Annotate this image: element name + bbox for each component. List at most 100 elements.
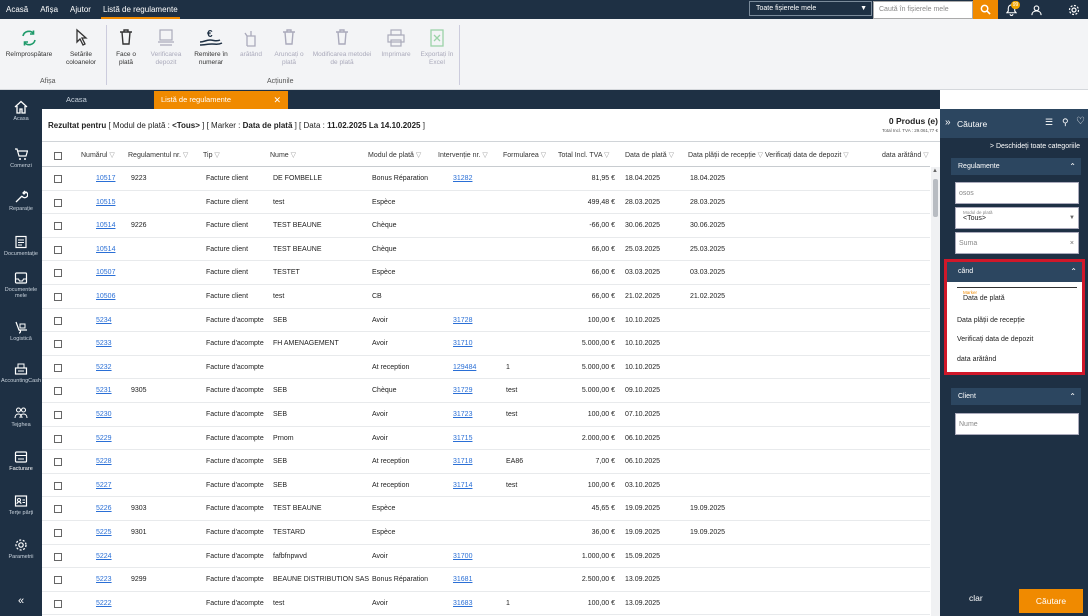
row-checkbox[interactable]	[54, 269, 62, 278]
regulation-text-input[interactable]: osos	[955, 182, 1079, 204]
row-checkbox[interactable]	[54, 505, 62, 514]
option-deposit-date[interactable]: Verificați data de depozit	[957, 336, 1033, 343]
cell-number[interactable]: 5230	[96, 403, 112, 426]
menu-regulations-list[interactable]: Listă de regulamente	[97, 0, 184, 19]
cell-number[interactable]: 5226	[96, 497, 112, 520]
scroll-up-icon[interactable]: ▲	[932, 168, 938, 174]
row-checkbox[interactable]	[54, 481, 62, 490]
menu-help[interactable]: Ajutor	[64, 0, 97, 19]
row-checkbox[interactable]	[54, 363, 62, 372]
close-icon[interactable]: ✕	[273, 91, 281, 109]
select-all-checkbox[interactable]	[54, 152, 62, 160]
menu-display[interactable]: Afișa	[34, 0, 64, 19]
pin-icon[interactable]: ⚲	[1062, 117, 1069, 128]
row-checkbox[interactable]	[54, 458, 62, 467]
nav-repair[interactable]: Reparație	[0, 190, 42, 212]
table-row[interactable]: 5233 Facture d'acompte FH AMENAGEMENT Avoir…	[42, 332, 930, 356]
column-header-total-incl-vat[interactable]: Total Incl. TVA ▽	[558, 145, 609, 167]
discard-payment-button[interactable]: Aruncați o plată	[270, 28, 308, 67]
cell-number[interactable]: 5234	[96, 309, 112, 332]
filter-icon[interactable]: ▽	[414, 152, 421, 159]
settings-button[interactable]	[1066, 2, 1082, 18]
cell-intervention-no[interactable]: 31728	[453, 309, 472, 332]
cell-intervention-no[interactable]: 31282	[453, 167, 472, 190]
column-header-payment-mode[interactable]: Modul de plată ▽	[368, 145, 421, 167]
row-checkbox[interactable]	[54, 316, 62, 325]
notifications-button[interactable]: 99	[1003, 1, 1020, 18]
nav-home[interactable]: Acasa	[0, 100, 42, 122]
filter-icon[interactable]: ▽	[212, 152, 219, 159]
tab-regulations-list[interactable]: Listă de regulamente ✕	[154, 91, 288, 109]
option-showing-date[interactable]: data arătând	[957, 356, 996, 363]
column-header-payment-date[interactable]: Data de plată ▽	[625, 145, 674, 167]
row-checkbox[interactable]	[54, 292, 62, 301]
cell-number[interactable]: 5227	[96, 474, 112, 497]
table-row[interactable]: 5222 Facture d'acompte test Avoir 31683 1 100,…	[42, 592, 930, 616]
refresh-button[interactable]: Reîmprospătare	[3, 28, 55, 59]
row-checkbox[interactable]	[54, 387, 62, 396]
marker-value[interactable]: Data de plată	[963, 295, 1005, 302]
row-checkbox[interactable]	[54, 410, 62, 419]
table-row[interactable]: 5234 Facture d'acompte SEB Avoir 31728 100,00…	[42, 309, 930, 333]
column-header-regulation-no[interactable]: Regulamentul nr. ▽	[128, 145, 188, 167]
column-settings-button[interactable]: Setările coloanelor	[60, 28, 102, 67]
collapse-nav-button[interactable]: «	[0, 596, 42, 607]
filter-icon[interactable]: ▽	[107, 152, 114, 159]
filter-icon[interactable]: ▽	[539, 152, 546, 159]
table-row[interactable]: 5224 Facture d'acompte fafbfnpwvd Avoir 3170…	[42, 545, 930, 569]
row-checkbox[interactable]	[54, 434, 62, 443]
cell-number[interactable]: 5229	[96, 427, 112, 450]
filter-icon[interactable]: ▽	[756, 152, 763, 159]
filter-icon[interactable]: ▽	[841, 152, 848, 159]
cell-number[interactable]: 5224	[96, 545, 112, 568]
column-header-wording[interactable]: Formularea ▽	[503, 145, 546, 167]
nav-my-documents[interactable]: Documentele mele	[0, 271, 42, 299]
nav-counter[interactable]: Tejghea	[0, 406, 42, 428]
table-row[interactable]: 10515 Facture client test Espèce 499,48 € 28.…	[42, 191, 930, 215]
column-header-reception-date[interactable]: Data plății de recepție ▽	[688, 145, 763, 167]
table-row[interactable]: 5226 9303 Facture d'acompte TEST BEAUNE Espè…	[42, 497, 930, 521]
scroll-thumb[interactable]	[933, 179, 938, 217]
client-name-input[interactable]: Nume	[955, 413, 1079, 435]
cell-number[interactable]: 10514	[96, 214, 115, 237]
filter-icon[interactable]: ▽	[667, 152, 674, 159]
column-header-intervention-no[interactable]: Intervenție nr. ▽	[438, 145, 488, 167]
payment-mode-select[interactable]: Modul de plată <Tous> ▼	[955, 207, 1079, 229]
tab-home[interactable]: Acasa	[66, 90, 87, 109]
table-row[interactable]: 5227 Facture d'acompte SEB At reception 3171…	[42, 474, 930, 498]
table-scrollbar[interactable]: ▲	[931, 167, 940, 616]
table-row[interactable]: 5230 Facture d'acompte SEB Avoir 31723 test 10…	[42, 403, 930, 427]
nav-third-parties[interactable]: Terțe părți	[0, 494, 42, 516]
cell-number[interactable]: 5228	[96, 450, 112, 473]
cell-number[interactable]: 5225	[96, 521, 112, 544]
row-checkbox[interactable]	[54, 340, 62, 349]
user-button[interactable]	[1028, 2, 1044, 18]
menu-home[interactable]: Acasă	[0, 0, 34, 19]
cell-intervention-no[interactable]: 129484	[453, 356, 476, 379]
row-checkbox[interactable]	[54, 576, 62, 585]
section-regulations-header[interactable]: Regulamente ⌃	[951, 158, 1081, 175]
cell-number[interactable]: 5223	[96, 568, 112, 591]
filter-icon[interactable]: ▽	[602, 152, 609, 159]
expand-all-categories[interactable]: > Deschideți toate categoriile	[990, 143, 1080, 150]
double-chevron-right-icon[interactable]: »	[945, 117, 951, 128]
cell-number[interactable]: 10517	[96, 167, 115, 190]
row-checkbox[interactable]	[54, 599, 62, 608]
column-header-showing-date[interactable]: data arătând ▽	[882, 145, 929, 167]
table-row[interactable]: 10514 9226 Facture client TEST BEAUNE Chèque…	[42, 214, 930, 238]
make-payment-button[interactable]: Face o plată	[110, 28, 142, 67]
nav-logistics[interactable]: Logistică	[0, 320, 42, 342]
table-row[interactable]: 10514 Facture client TEST BEAUNE Chèque 66,0…	[42, 238, 930, 262]
cell-number[interactable]: 5231	[96, 379, 112, 402]
row-checkbox[interactable]	[54, 245, 62, 254]
cell-intervention-no[interactable]: 31681	[453, 568, 472, 591]
table-row[interactable]: 5231 9305 Facture d'acompte SEB Chèque 31729 t…	[42, 379, 930, 403]
file-scope-select[interactable]: Toate fișierele mele ▼	[749, 1, 872, 16]
cell-number[interactable]: 5222	[96, 592, 112, 615]
row-checkbox[interactable]	[54, 175, 62, 183]
filter-icon[interactable]: ▽	[181, 152, 188, 159]
cell-number[interactable]: 10506	[96, 285, 115, 308]
cell-intervention-no[interactable]: 31714	[453, 474, 472, 497]
heart-icon[interactable]: ♡	[1076, 116, 1085, 127]
column-header-number[interactable]: Numărul ▽	[81, 145, 115, 167]
